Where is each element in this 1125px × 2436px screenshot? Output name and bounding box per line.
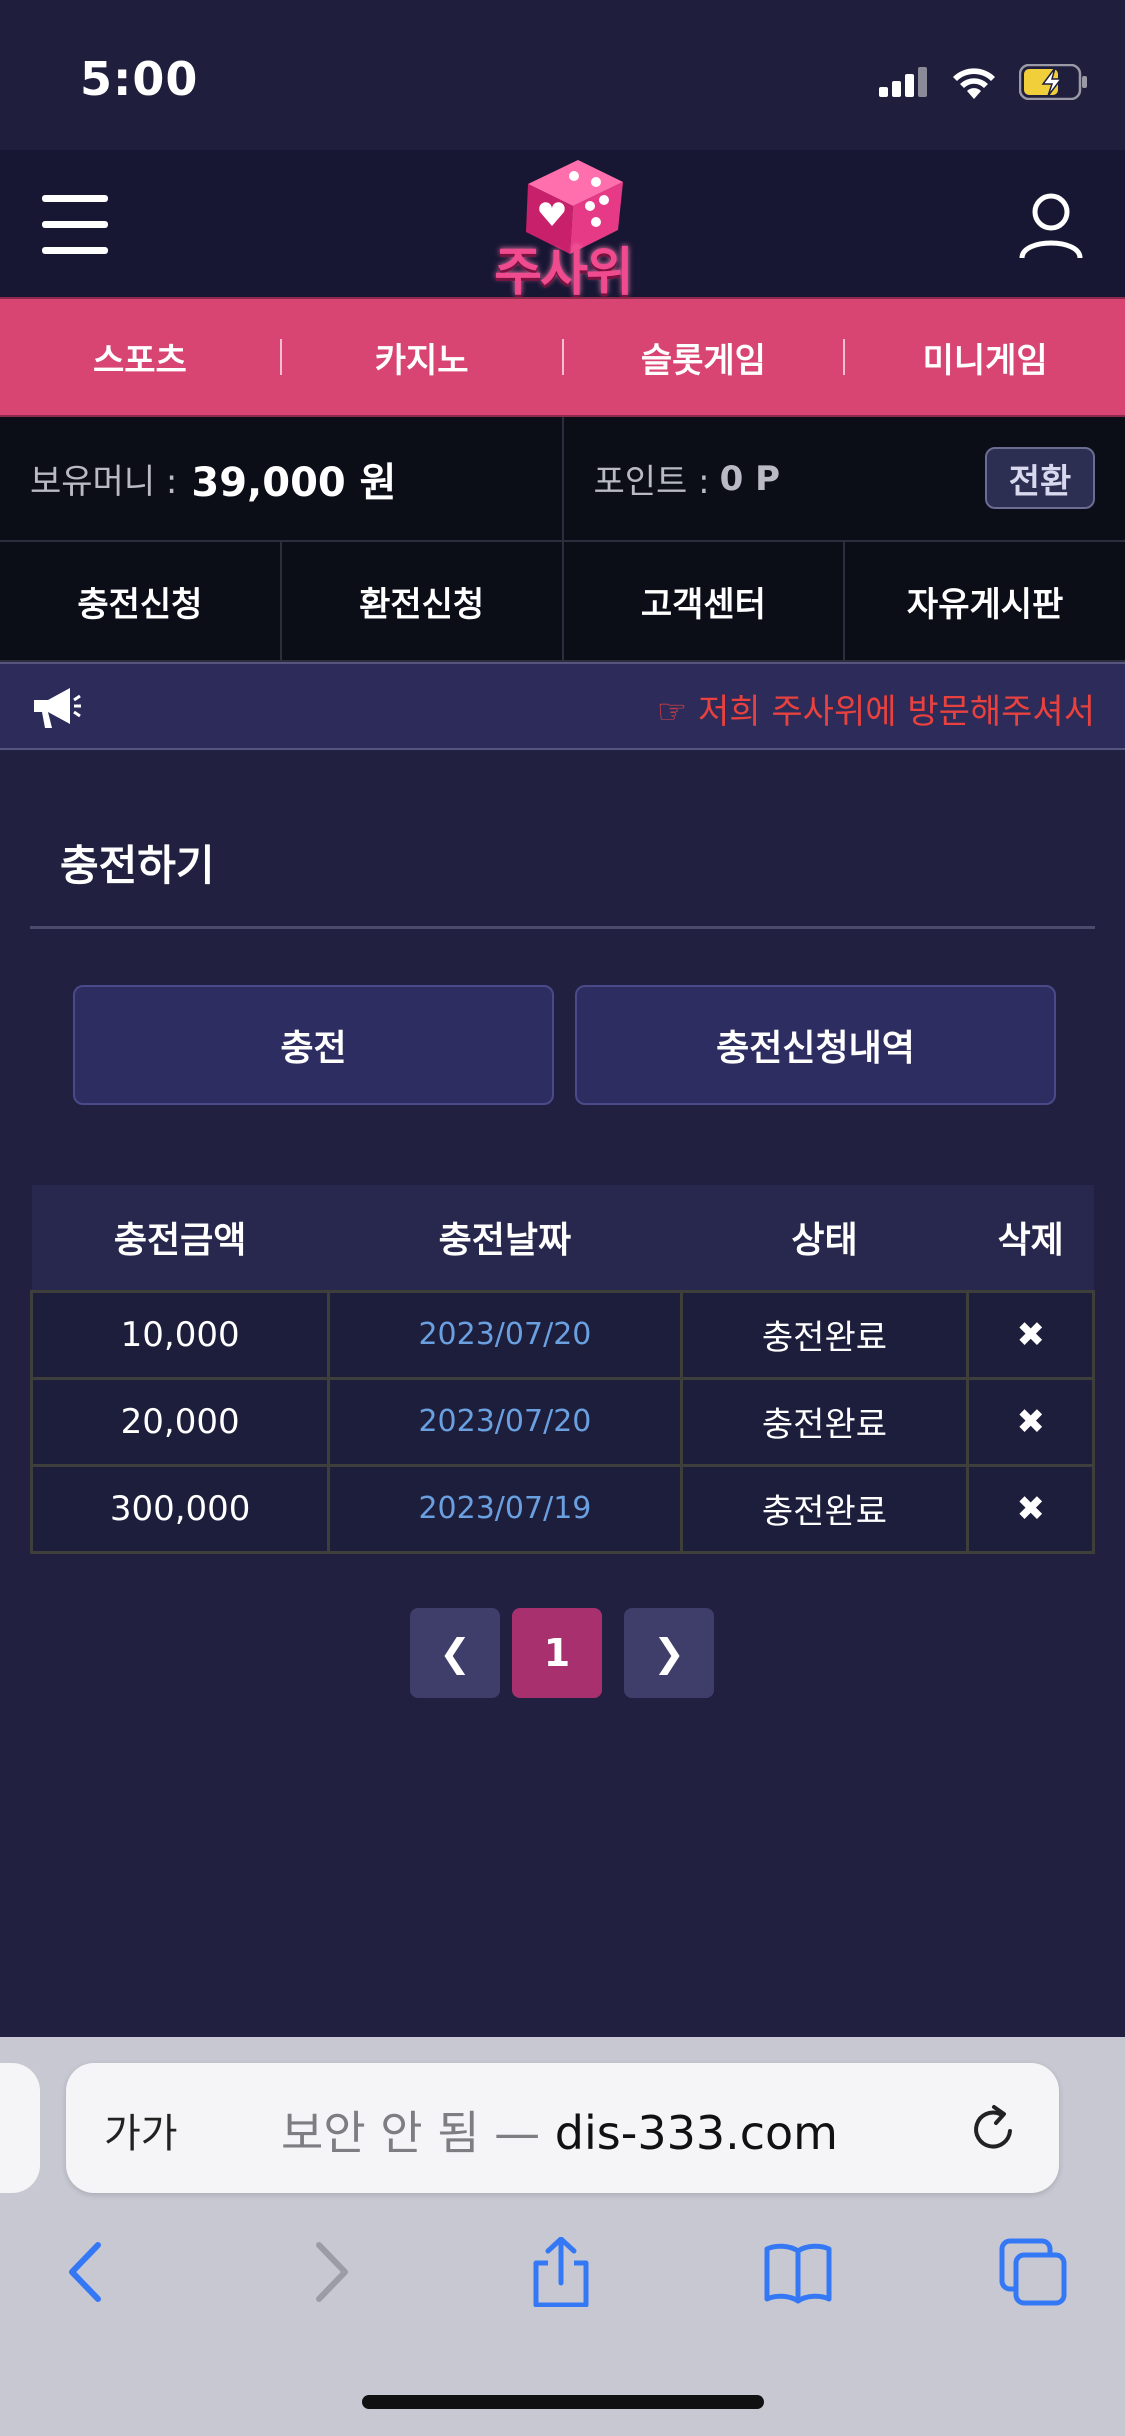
logo-text: 주사위: [494, 243, 634, 303]
reader-options-button[interactable]: 가가: [104, 2101, 178, 2159]
cell-status: 충전완료: [679, 1289, 970, 1380]
table-row: 10,000 2023/07/20 충전완료 ✖: [29, 1289, 1095, 1380]
tab-deposit[interactable]: 충전: [73, 985, 554, 1105]
cell-delete: ✖: [966, 1376, 1095, 1467]
cell-delete: ✖: [966, 1463, 1095, 1554]
insecure-label: 보안 안 됨 —: [281, 2106, 541, 2160]
back-icon[interactable]: [52, 2237, 122, 2307]
notice-text: ☞ 저희 주사위에 방문해주셔서: [656, 692, 1095, 732]
site-logo[interactable]: 주사위: [478, 154, 648, 303]
money-value: 39,000 원: [191, 459, 397, 506]
url-domain: dis-333.com: [554, 2106, 838, 2160]
cell-status: 충전완료: [679, 1463, 970, 1554]
user-account-icon[interactable]: [1016, 190, 1086, 260]
wifi-icon: [953, 68, 995, 99]
hamburger-menu-icon[interactable]: [42, 195, 108, 255]
cell-amount: 20,000: [29, 1376, 331, 1467]
money-label: 보유머니 :: [30, 462, 178, 502]
deposit-history-table: 충전금액 충전날짜 상태 삭제 10,000 2023/07/20 충전완료 ✖…: [29, 1185, 1095, 1554]
cell-date: 2023/07/20: [327, 1289, 683, 1380]
account-action-nav: 충전신청 환전신청 고객센터 자유게시판: [0, 542, 1125, 662]
nav-slot-games[interactable]: 슬롯게임: [564, 299, 844, 415]
cell-status: 충전완료: [679, 1376, 970, 1467]
previous-tab-edge[interactable]: [0, 2063, 40, 2193]
header-date: 충전날짜: [328, 1185, 682, 1291]
nav-free-board[interactable]: 자유게시판: [845, 542, 1125, 660]
delete-icon[interactable]: ✖: [1016, 1402, 1045, 1442]
table-row: 300,000 2023/07/19 충전완료 ✖: [29, 1463, 1095, 1554]
bookmarks-icon[interactable]: [763, 2237, 833, 2307]
share-icon[interactable]: [526, 2237, 596, 2307]
balance-bar: 보유머니 : 39,000 원 포인트 : 0 P 전환: [0, 417, 1125, 542]
nav-deposit-request[interactable]: 충전신청: [0, 542, 282, 660]
signal-icon: [879, 67, 927, 97]
status-icons: [879, 60, 1089, 104]
point-balance: 포인트 : 0 P 전환: [564, 417, 1125, 540]
delete-icon[interactable]: ✖: [1016, 1489, 1045, 1529]
cell-date: 2023/07/20: [327, 1376, 683, 1467]
prev-page-button[interactable]: ❮: [410, 1608, 500, 1698]
table-row: 20,000 2023/07/20 충전완료 ✖: [29, 1376, 1095, 1467]
header-status: 상태: [681, 1185, 968, 1291]
title-divider: [30, 926, 1095, 929]
site-header: 주사위: [0, 150, 1125, 303]
next-page-button[interactable]: ❯: [624, 1608, 714, 1698]
browser-chrome: 가가 보안 안 됨 — dis-333.com: [0, 2037, 1125, 2436]
delete-icon[interactable]: ✖: [1016, 1315, 1045, 1355]
tab-deposit-history[interactable]: 충전신청내역: [575, 985, 1056, 1105]
cell-date: 2023/07/19: [327, 1463, 683, 1554]
reload-icon[interactable]: [966, 2101, 1022, 2157]
nav-sports[interactable]: 스포츠: [0, 299, 280, 415]
forward-icon[interactable]: [295, 2237, 365, 2307]
table-header-row: 충전금액 충전날짜 상태 삭제: [31, 1185, 1094, 1291]
url-text[interactable]: 보안 안 됨 — dis-333.com: [281, 2097, 838, 2163]
money-balance: 보유머니 : 39,000 원: [0, 417, 564, 540]
header-delete: 삭제: [967, 1185, 1094, 1291]
status-time: 5:00: [80, 52, 199, 106]
page-title: 충전하기: [60, 841, 215, 890]
status-bar: 5:00: [0, 0, 1125, 150]
point-value: 0 P: [719, 458, 781, 499]
game-category-nav: 스포츠 카지노 슬롯게임 미니게임: [0, 297, 1125, 417]
nav-mini-games[interactable]: 미니게임: [845, 299, 1125, 415]
cell-amount: 300,000: [29, 1463, 331, 1554]
point-label: 포인트 :: [593, 462, 710, 502]
nav-customer-center[interactable]: 고객센터: [564, 542, 846, 660]
cell-amount: 10,000: [29, 1289, 331, 1380]
address-bar[interactable]: 가가 보안 안 됨 — dis-333.com: [66, 2063, 1059, 2193]
notice-banner: ☞ 저희 주사위에 방문해주셔서: [0, 662, 1125, 750]
battery-icon: [1019, 64, 1087, 100]
convert-points-button[interactable]: 전환: [985, 447, 1095, 509]
tabs-icon[interactable]: [998, 2237, 1068, 2307]
megaphone-icon: [34, 688, 81, 728]
nav-casino[interactable]: 카지노: [282, 299, 562, 415]
nav-withdraw-request[interactable]: 환전신청: [282, 542, 564, 660]
header-amount: 충전금액: [31, 1185, 329, 1291]
cell-delete: ✖: [966, 1289, 1095, 1380]
page-number-current[interactable]: 1: [512, 1608, 602, 1698]
home-indicator: [362, 2395, 764, 2409]
